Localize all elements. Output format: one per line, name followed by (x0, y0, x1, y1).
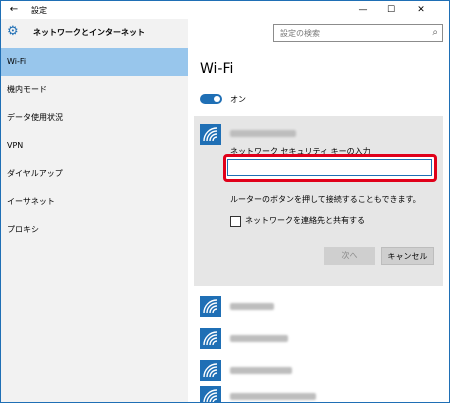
minimize-icon[interactable]: — (353, 2, 373, 18)
sidebar-item-data-usage[interactable]: データ使用状況 (1, 104, 188, 132)
window-title: 設定 (31, 6, 47, 15)
sidebar-item-airplane-mode[interactable]: 機内モード (1, 76, 188, 104)
back-arrow-icon[interactable]: ← (7, 3, 21, 17)
network-list-item[interactable] (194, 296, 443, 326)
sidebar-item-proxy[interactable]: プロキシ (1, 216, 188, 244)
wifi-toggle[interactable] (200, 94, 222, 104)
sidebar-nav: Wi-Fi 機内モード データ使用状況 VPN ダイヤルアップ イーサネット プ… (1, 48, 188, 244)
cancel-button[interactable]: キャンセル (381, 247, 434, 265)
close-icon[interactable]: ✕ (411, 2, 431, 18)
next-button[interactable]: 次へ (324, 247, 375, 265)
page-title: Wi-Fi (200, 61, 234, 77)
wifi-signal-icon (200, 296, 221, 317)
settings-window: ← 設定 — ☐ ✕ ⚙ ネットワークとインターネット Wi-Fi 機内モード … (0, 0, 450, 403)
wifi-toggle-label: オン (230, 95, 246, 104)
toggle-knob (214, 96, 220, 102)
wifi-signal-icon (200, 360, 221, 381)
search-input[interactable]: 設定の検索 ⌕ (273, 24, 443, 42)
search-icon[interactable]: ⌕ (432, 27, 438, 38)
main-panel: 設定の検索 ⌕ Wi-Fi オン ネットワーク セキュリティ キーの入力 ルータ… (188, 19, 449, 402)
network-name-obscured (230, 367, 292, 374)
sidebar-header: ⚙ ネットワークとインターネット (1, 19, 188, 45)
search-placeholder: 設定の検索 (280, 29, 320, 38)
maximize-icon[interactable]: ☐ (381, 2, 401, 18)
share-checkbox-label: ネットワークを連絡先と共有する (245, 216, 365, 225)
network-list-item[interactable] (194, 328, 443, 358)
network-list-item[interactable] (194, 386, 443, 402)
wifi-signal-icon (200, 124, 221, 145)
gear-icon: ⚙ (7, 24, 19, 39)
sidebar: ⚙ ネットワークとインターネット Wi-Fi 機内モード データ使用状況 VPN… (1, 19, 188, 402)
title-bar: ← 設定 — ☐ ✕ (1, 1, 449, 19)
network-name-obscured (230, 130, 296, 137)
network-name-obscured (230, 303, 274, 310)
sidebar-item-dial-up[interactable]: ダイヤルアップ (1, 160, 188, 188)
network-name-obscured (230, 335, 288, 342)
sidebar-title: ネットワークとインターネット (33, 28, 145, 37)
network-name-obscured (230, 393, 316, 400)
sidebar-item-ethernet[interactable]: イーサネット (1, 188, 188, 216)
router-hint-text: ルーターのボタンを押して接続することもできます。 (230, 195, 421, 204)
security-key-input[interactable] (227, 159, 432, 176)
sidebar-item-wifi[interactable]: Wi-Fi (1, 48, 188, 76)
wifi-signal-icon (200, 386, 221, 402)
share-checkbox[interactable] (230, 216, 241, 227)
wifi-signal-icon (200, 328, 221, 349)
sidebar-item-vpn[interactable]: VPN (1, 132, 188, 160)
expanded-network-panel: ネットワーク セキュリティ キーの入力 ルーターのボタンを押して接続することもで… (194, 116, 443, 286)
